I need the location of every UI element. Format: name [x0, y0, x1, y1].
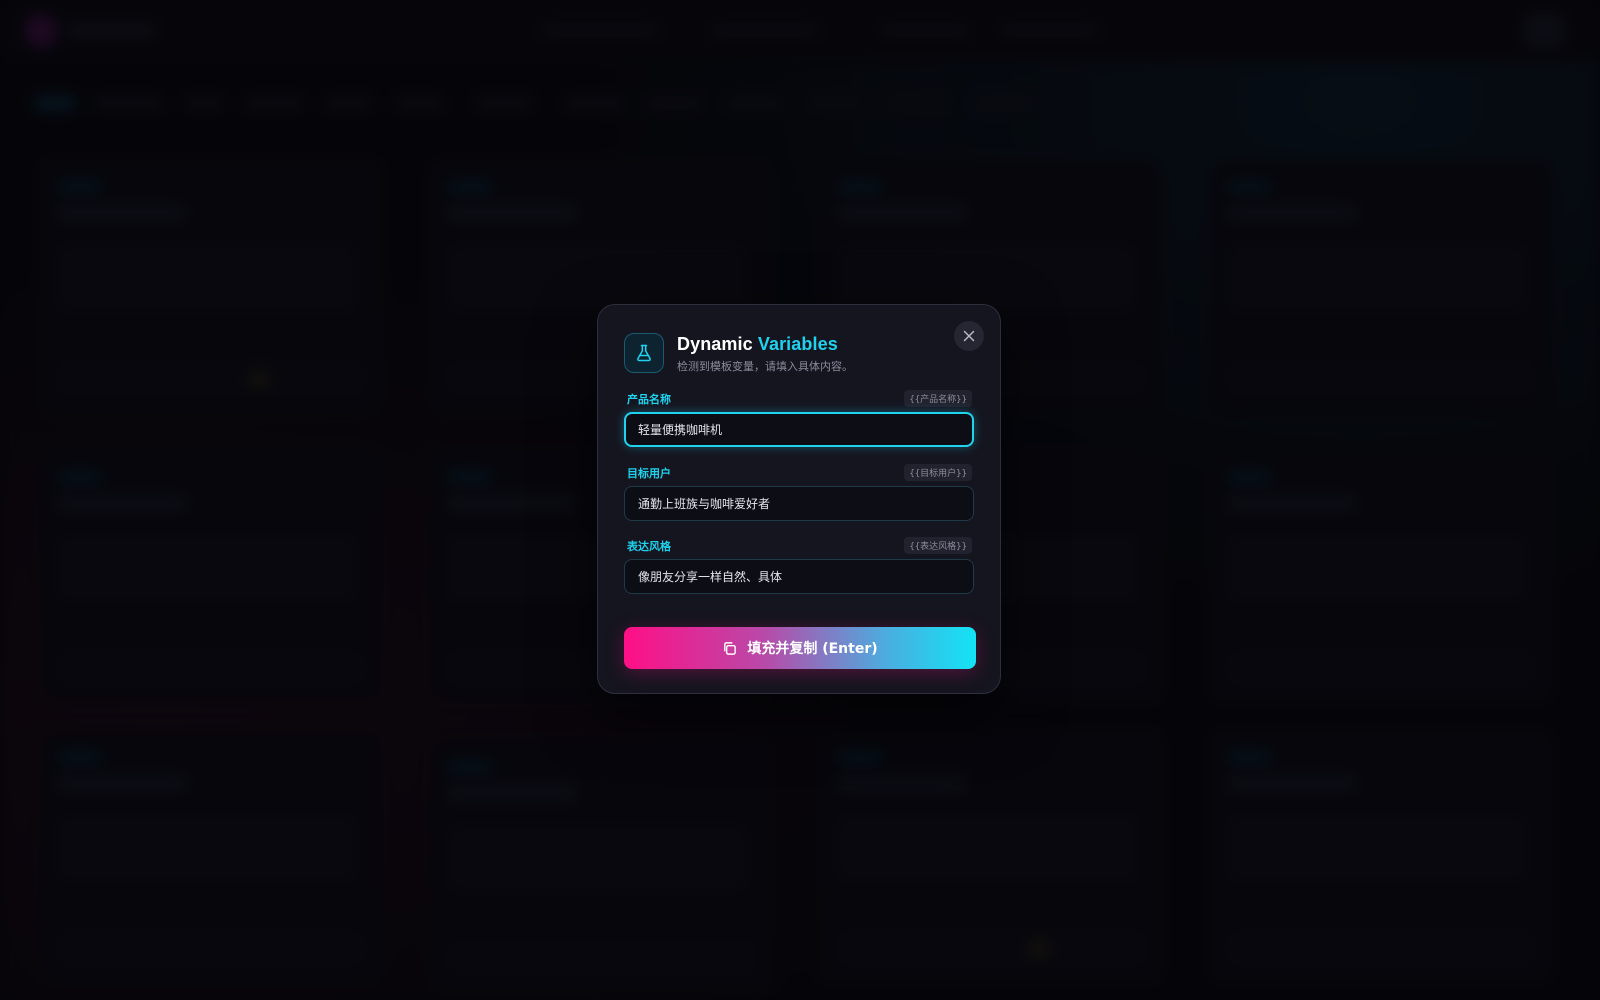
dialog-title: Dynamic Variables — [677, 334, 838, 355]
dialog-subtitle: 检测到模板变量，请填入具体内容。 — [677, 360, 853, 373]
dialog-title-main: Dynamic — [677, 334, 753, 354]
field-variable-tag: {{产品名称}} — [904, 390, 972, 407]
field-label: 表达风格 — [627, 540, 671, 553]
dialog-title-accent: Variables — [757, 334, 838, 354]
fill-and-copy-label: 填充并复制 (Enter) — [747, 641, 878, 657]
fill-and-copy-button[interactable]: 填充并复制 (Enter) — [624, 627, 976, 669]
field-label: 产品名称 — [627, 393, 671, 406]
field-variable-tag: {{表达风格}} — [904, 537, 972, 554]
close-button[interactable] — [954, 321, 984, 351]
flask-icon — [624, 333, 664, 373]
expression-style-input[interactable] — [624, 559, 974, 594]
dynamic-variables-dialog: Dynamic Variables 检测到模板变量，请填入具体内容。 产品名称 … — [597, 304, 1001, 694]
field-variable-tag: {{目标用户}} — [904, 464, 972, 481]
close-icon — [963, 330, 975, 342]
target-user-input[interactable] — [624, 486, 974, 521]
copy-icon — [722, 641, 737, 656]
product-name-input[interactable] — [624, 412, 974, 447]
field-label: 目标用户 — [627, 467, 671, 480]
